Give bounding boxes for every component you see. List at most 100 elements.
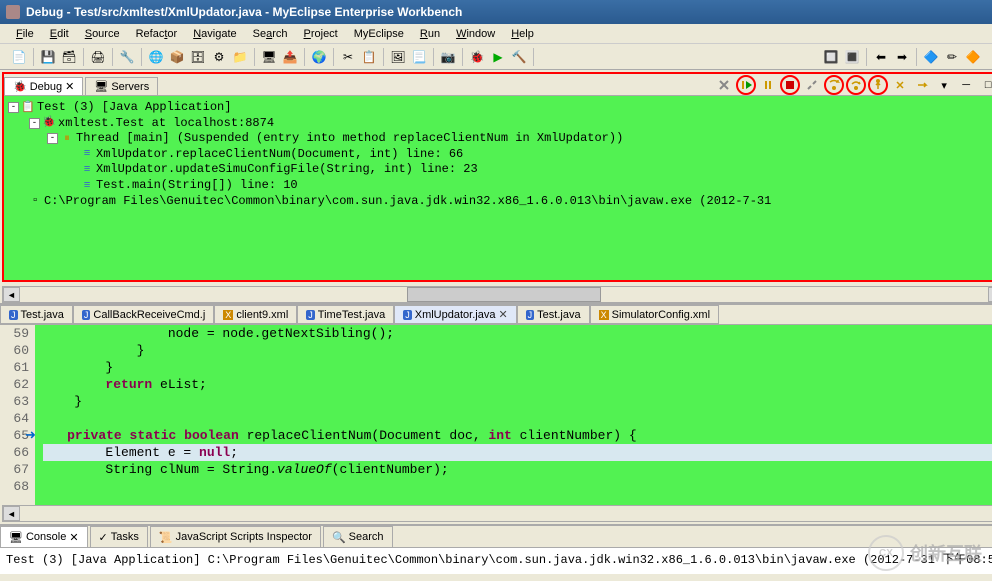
camera-icon[interactable]: 📷 [439, 48, 457, 66]
globe-icon[interactable]: 🌐 [147, 48, 165, 66]
remove-terminated-icon[interactable] [714, 76, 734, 94]
run-launch-icon[interactable]: ▶ [489, 48, 507, 66]
minimize-icon[interactable]: ─ [956, 76, 976, 94]
frame-label[interactable]: XmlUpdator.updateSimuConfigFile(String, … [96, 162, 478, 178]
copy-icon[interactable]: 📋 [360, 48, 378, 66]
editor-tab[interactable]: Xclient9.xml [214, 305, 297, 324]
menu-window[interactable]: Window [450, 26, 501, 42]
db-icon[interactable]: 🗄 [189, 48, 207, 66]
menu-project[interactable]: Project [298, 26, 344, 42]
view-menu-icon[interactable]: ▾ [934, 76, 954, 94]
step-over-button[interactable] [846, 75, 866, 95]
tab-servers[interactable]: 🖥Servers [85, 77, 158, 95]
console-tab[interactable]: 🖥Console ✕ [0, 526, 88, 547]
launch-label[interactable]: Test (3) [Java Application] [37, 100, 231, 116]
scroll-left-icon[interactable]: ◄ [3, 506, 20, 521]
stackframe-icon: ≡ [81, 164, 93, 176]
editor-tab[interactable]: JTest.java [517, 305, 590, 324]
ext-tools-icon[interactable]: 🔨 [510, 48, 528, 66]
launch-icon: 📋 [22, 102, 34, 114]
save-icon[interactable]: 💾 [39, 48, 57, 66]
forward-icon[interactable]: ➡ [893, 48, 911, 66]
scroll-right-icon[interactable]: ► [988, 287, 992, 302]
step-into-button[interactable] [824, 75, 844, 95]
app-icon [6, 5, 20, 19]
deploy-icon[interactable]: 📤 [281, 48, 299, 66]
expander-icon[interactable]: - [47, 133, 58, 144]
print-icon[interactable]: 🖨 [89, 48, 107, 66]
step-return-button[interactable] [868, 75, 888, 95]
code-line[interactable] [43, 478, 992, 495]
console-tab[interactable]: 📜JavaScript Scripts Inspector [150, 526, 321, 547]
browser-icon[interactable]: 🌍 [310, 48, 328, 66]
code-line[interactable]: } [43, 359, 992, 376]
terminate-button[interactable] [780, 75, 800, 95]
code-line[interactable]: node = node.getNextSibling(); [43, 325, 992, 342]
folder-icon[interactable]: 📁 [231, 48, 249, 66]
suspend-icon[interactable] [758, 76, 778, 94]
code-line[interactable]: return eList; [43, 376, 992, 393]
disconnect-icon[interactable] [802, 76, 822, 94]
tab-debug[interactable]: 🐞Debug ✕ [4, 77, 83, 95]
close-icon[interactable]: ✕ [498, 308, 507, 321]
code-line[interactable]: } [43, 342, 992, 359]
gear-icon[interactable]: ⚙ [210, 48, 228, 66]
save-all-icon[interactable]: 🗃 [60, 48, 78, 66]
editor-hscroll[interactable]: ◄ [2, 505, 992, 522]
editor-tab[interactable]: JTimeTest.java [297, 305, 394, 324]
code-editor[interactable]: 59606162636465666768 node = node.getNext… [0, 325, 992, 505]
cut-icon[interactable]: ✂ [339, 48, 357, 66]
new-icon[interactable]: 📄 [10, 48, 28, 66]
menu-refactor[interactable]: Refactor [130, 26, 184, 42]
menu-file[interactable]: File [10, 26, 40, 42]
debug-hscroll[interactable]: ◄ ► [2, 286, 992, 303]
drop-frame-icon[interactable] [890, 76, 910, 94]
editor-tab[interactable]: XSimulatorConfig.xml [590, 305, 719, 324]
menu-run[interactable]: Run [414, 26, 446, 42]
menu-myeclipse[interactable]: MyEclipse [348, 26, 410, 42]
console-output[interactable]: Test (3) [Java Application] C:\Program F… [0, 548, 992, 574]
menu-navigate[interactable]: Navigate [187, 26, 242, 42]
code-line[interactable]: } [43, 393, 992, 410]
expander-icon[interactable]: - [8, 102, 19, 113]
frame-label[interactable]: Test.main(String[]) line: 10 [96, 178, 298, 194]
tool-icon[interactable]: 🔧 [118, 48, 136, 66]
scroll-left-icon[interactable]: ◄ [3, 287, 20, 302]
p2-icon[interactable]: ✏ [943, 48, 961, 66]
server-icon[interactable]: 🖥 [260, 48, 278, 66]
p3-icon[interactable]: 🔶 [964, 48, 982, 66]
menu-source[interactable]: Source [79, 26, 126, 42]
code-line[interactable]: String clNum = String.valueOf(clientNumb… [43, 461, 992, 478]
debug-tree[interactable]: -📋Test (3) [Java Application] -🐞xmltest.… [4, 96, 992, 280]
frame-label[interactable]: XmlUpdator.replaceClientNum(Document, in… [96, 147, 463, 163]
console-tab[interactable]: 🔍Search [323, 526, 393, 547]
menu-help[interactable]: Help [505, 26, 540, 42]
expander-icon[interactable]: - [29, 118, 40, 129]
thread-label[interactable]: Thread [main] (Suspended (entry into met… [76, 131, 623, 147]
open-perspective-icon[interactable]: 🔳 [843, 48, 861, 66]
p1-icon[interactable]: 🔷 [922, 48, 940, 66]
scroll-thumb[interactable] [407, 287, 601, 302]
image-icon[interactable]: 🖼 [389, 48, 407, 66]
close-icon[interactable]: ✕ [69, 531, 78, 544]
code-line[interactable]: Element e = null; [43, 444, 992, 461]
editor-tab[interactable]: JTest.java [0, 305, 73, 324]
console-tab[interactable]: ✓Tasks [90, 526, 148, 547]
menu-search[interactable]: Search [247, 26, 294, 42]
perspective-icon[interactable]: 🔲 [822, 48, 840, 66]
back-icon[interactable]: ⬅ [872, 48, 890, 66]
maximize-icon[interactable]: □ [978, 76, 992, 94]
debug-launch-icon[interactable]: 🐞 [468, 48, 486, 66]
menu-edit[interactable]: Edit [44, 26, 75, 42]
package-icon[interactable]: 📦 [168, 48, 186, 66]
doc-icon[interactable]: 📃 [410, 48, 428, 66]
resume-button[interactable] [736, 75, 756, 95]
step-filters-icon[interactable] [912, 76, 932, 94]
process-label[interactable]: C:\Program Files\Genuitec\Common\binary\… [44, 194, 771, 210]
editor-tab[interactable]: JXmlUpdator.java ✕ [394, 305, 516, 324]
code-line[interactable]: ➜ private static boolean replaceClientNu… [43, 427, 992, 444]
target-label[interactable]: xmltest.Test at localhost:8874 [58, 116, 274, 132]
close-icon[interactable]: ✕ [65, 80, 74, 93]
editor-tab[interactable]: JCallBackReceiveCmd.j [73, 305, 214, 324]
code-line[interactable] [43, 410, 992, 427]
